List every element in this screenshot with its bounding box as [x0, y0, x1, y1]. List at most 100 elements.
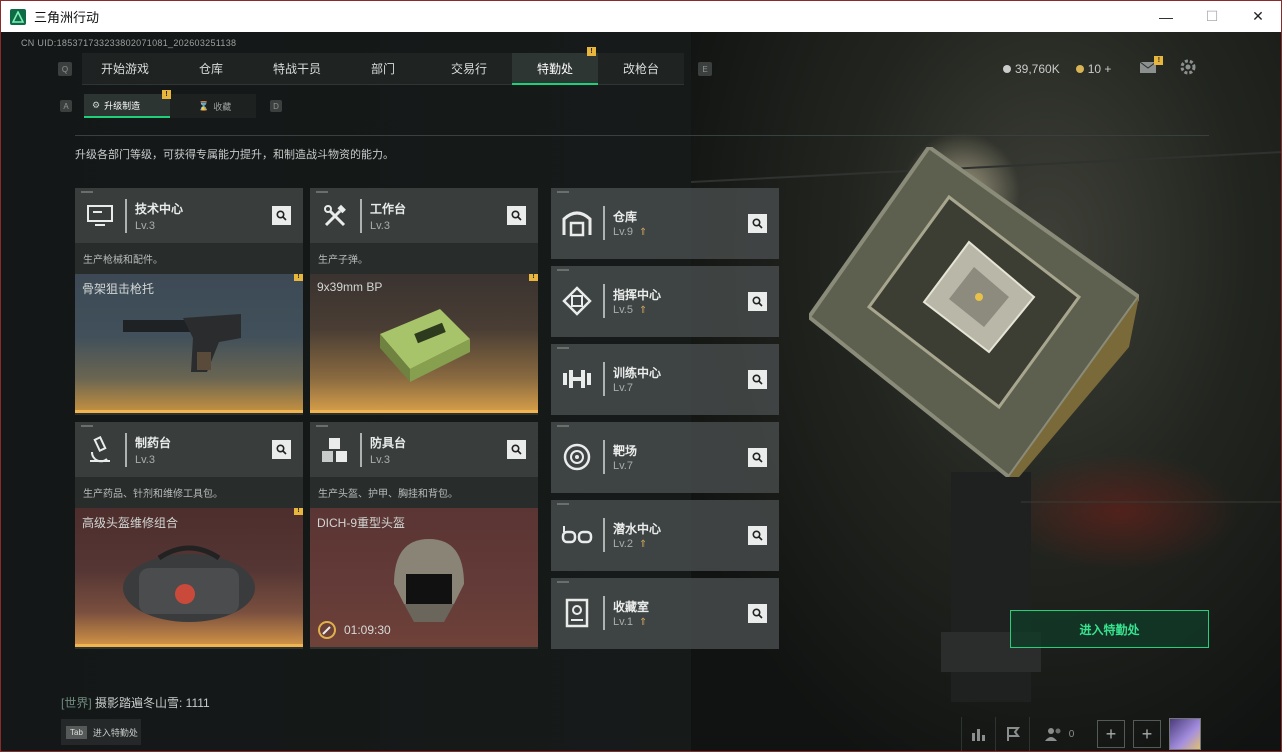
search-icon: [511, 444, 522, 455]
product-name: 高级头盔维修组合: [82, 516, 179, 530]
friends-button[interactable]: 0: [1029, 717, 1089, 751]
dept-card-diving-center[interactable]: 潜水中心 Lv.2 ⇑: [551, 500, 779, 571]
inspect-button[interactable]: [748, 448, 767, 467]
tab-warehouse[interactable]: 仓库: [168, 53, 254, 85]
dept-card-warehouse[interactable]: 仓库 Lv.9 ⇑: [551, 188, 779, 259]
friends-icon: [1044, 728, 1061, 741]
bottom-toolbar: 0 + +: [961, 716, 1201, 751]
mail-button[interactable]: !: [1139, 55, 1164, 77]
inspect-button[interactable]: [748, 526, 767, 545]
dept-level: Lv.7: [613, 382, 633, 394]
tab-shortcut-hint[interactable]: Tab 进入特勤处: [61, 719, 141, 745]
chat-message: 摄影踏遍冬山雪: 1111: [91, 696, 210, 710]
dept-card-training-center[interactable]: 训练中心 Lv.7: [551, 344, 779, 415]
tab-trading[interactable]: 交易行: [426, 53, 512, 85]
inspect-button[interactable]: [748, 292, 767, 311]
world-chat[interactable]: [世界] 摄影踏遍冬山雪: 1111: [61, 694, 210, 711]
craft-icon: ⚙: [92, 99, 101, 110]
workshop-description: 生产药品、针剂和维修工具包。: [75, 477, 303, 508]
upgrade-arrow-icon: ⇑: [638, 617, 648, 628]
workshop-card-armor[interactable]: 防具台 Lv.3 生产头盔、护甲、胸挂和背包。 DICH-9重型头盔 01:09:…: [310, 422, 538, 649]
subtab-badge: !: [162, 90, 171, 99]
close-button[interactable]: ✕: [1235, 1, 1281, 32]
subtab-upgrade-craft[interactable]: ⚙ 升级制造 !: [84, 90, 171, 118]
search-icon: [276, 210, 287, 221]
dept-name: 训练中心: [613, 366, 662, 380]
cubes-icon: [310, 422, 360, 477]
sub-nav: A ⚙ 升级制造 ! ⌛ 收藏 D: [60, 90, 282, 118]
workshop-name: 防具台: [370, 435, 407, 450]
product-slot[interactable]: 高级头盔维修组合 !: [75, 508, 303, 647]
inspect-button[interactable]: [272, 440, 291, 459]
dept-card-collection-room[interactable]: 收藏室 Lv.1 ⇑: [551, 578, 779, 649]
workshop-card-pharmacy[interactable]: 制药台 Lv.3 生产药品、针剂和维修工具包。 高级头盔维修组合 !: [75, 422, 303, 649]
minimize-button[interactable]: —: [1143, 1, 1189, 32]
enter-special-ops-button[interactable]: 进入特勤处: [1010, 610, 1209, 648]
inspect-button[interactable]: [507, 206, 526, 225]
dept-card-command-center[interactable]: 指挥中心 Lv.5 ⇑: [551, 266, 779, 337]
workshop-level: Lv.3: [370, 219, 390, 232]
search-icon: [511, 210, 522, 221]
tab-gunsmith[interactable]: 改枪台: [598, 53, 684, 85]
product-badge: !: [294, 274, 303, 281]
ticket-balance[interactable]: 10 +: [1075, 62, 1111, 76]
coin-icon: [1003, 64, 1011, 73]
title-bar: 三角洲行动 — ☐ ✕: [1, 1, 1281, 32]
search-icon: [752, 530, 763, 541]
product-slot[interactable]: 9x39mm BP !: [310, 274, 538, 413]
game-window: 三角洲行动 — ☐ ✕ CN UID:185371733233802071081…: [0, 0, 1282, 752]
workshop-card-tech-center[interactable]: 技术中心 Lv.3 生产枪械和配件。 骨架狙击枪托 !: [75, 188, 303, 415]
workshop-level: Lv.3: [135, 453, 155, 466]
dept-level: Lv.7: [613, 460, 633, 472]
target-icon: [559, 439, 595, 475]
subtab-collection[interactable]: ⌛ 收藏: [170, 94, 256, 118]
coin-balance[interactable]: 39,760K: [1003, 62, 1060, 76]
inspect-button[interactable]: [507, 440, 526, 459]
warehouse-icon: [559, 205, 595, 241]
tools-icon: [310, 188, 360, 243]
search-icon: [276, 444, 287, 455]
settings-button[interactable]: [1179, 58, 1197, 79]
product-slot[interactable]: 骨架狙击枪托 !: [75, 274, 303, 413]
tab-start-game[interactable]: 开始游戏: [82, 53, 168, 85]
ticket-icon: [1075, 64, 1084, 73]
bar-chart-icon: [971, 729, 985, 741]
product-slot[interactable]: DICH-9重型头盔 01:09:30: [310, 508, 538, 647]
inspect-button[interactable]: [748, 370, 767, 389]
search-icon: [752, 218, 763, 229]
inspect-button[interactable]: [272, 206, 291, 225]
dept-card-shooting-range[interactable]: 靶场 Lv.7: [551, 422, 779, 493]
inspect-button[interactable]: [748, 214, 767, 233]
dumbbell-icon: [559, 361, 595, 397]
rifle-stock-icon: [123, 314, 241, 372]
maximize-button[interactable]: ☐: [1189, 1, 1235, 32]
add-party-slot-button[interactable]: +: [1097, 720, 1125, 748]
dept-name: 潜水中心: [613, 522, 662, 536]
nav-right-key: E: [698, 62, 712, 76]
tab-operators[interactable]: 特战干员: [254, 53, 340, 85]
main-nav: Q 开始游戏 仓库 特战干员 部门 交易行 特勤处 ! 改枪台 E: [58, 47, 712, 85]
dept-level: Lv.1: [613, 616, 633, 628]
flag-button[interactable]: [995, 717, 1029, 751]
add-party-slot-button[interactable]: +: [1133, 720, 1161, 748]
user-uid: CN UID:185371733233802071081_20260325113…: [21, 38, 237, 48]
inspect-button[interactable]: [748, 604, 767, 623]
workshop-card-workbench[interactable]: 工作台 Lv.3 生产子弹。 9x39mm BP !: [310, 188, 538, 415]
friends-count: 0: [1068, 728, 1075, 740]
workshop-name: 制药台: [135, 435, 172, 450]
command-icon: [559, 283, 595, 319]
tab-key: Tab: [66, 725, 87, 739]
flag-icon: [1006, 727, 1020, 741]
product-badge: !: [294, 508, 303, 515]
divider: [75, 135, 1209, 136]
workshop-description: 生产头盔、护甲、胸挂和背包。: [310, 477, 538, 508]
search-icon: [752, 608, 763, 619]
stats-button[interactable]: [961, 717, 995, 751]
repair-kit-bag-icon: [123, 545, 255, 622]
tab-departments[interactable]: 部门: [340, 53, 426, 85]
app-logo-icon: [10, 8, 26, 25]
product-name: DICH-9重型头盔: [317, 516, 406, 530]
avatar[interactable]: [1169, 718, 1201, 750]
tab-special-ops[interactable]: 特勤处 !: [512, 47, 598, 85]
upgrade-arrow-icon: ⇑: [638, 305, 648, 316]
